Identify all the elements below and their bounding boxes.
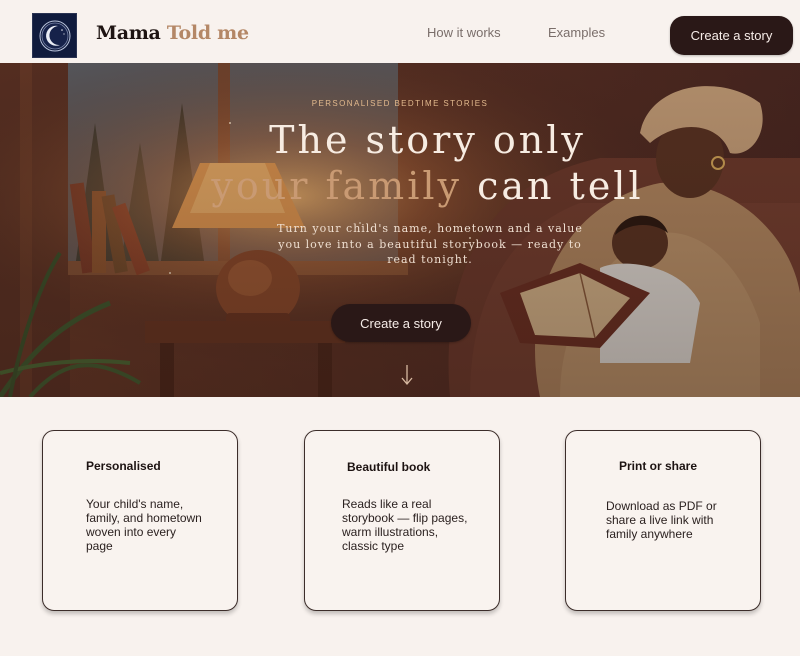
feature-card-beautiful-book: Beautiful book Reads like a real storybo… [304, 430, 500, 611]
arrow-down-icon[interactable] [400, 363, 414, 393]
brand-name[interactable]: Mama Told me [96, 22, 249, 44]
headline-rest: can tell [477, 164, 644, 208]
hero-headline: The story only your family can tell [0, 117, 800, 209]
brand-name-part2: Told me [166, 22, 249, 44]
hero-section: PERSONALISED BEDTIME STORIES The story o… [0, 63, 800, 397]
headline-accent: your family [211, 164, 462, 208]
feature-title: Personalised [86, 459, 161, 473]
brand-name-part1: Mama [96, 22, 161, 44]
feature-text: Download as PDF or share a live link wit… [606, 499, 717, 541]
headline-line2: your family can tell [0, 163, 800, 209]
hero-eyebrow: PERSONALISED BEDTIME STORIES [311, 99, 489, 108]
headline-line1: The story only [269, 118, 586, 162]
feature-text: Your child's name, family, and hometown … [86, 497, 202, 553]
header-create-story-button[interactable]: Create a story [670, 16, 793, 55]
logo[interactable] [32, 13, 77, 58]
feature-text: Reads like a real storybook — flip pages… [342, 497, 468, 553]
hero-create-story-button[interactable]: Create a story [331, 304, 471, 342]
site-header: Mama Told me How it works Examples Creat… [0, 0, 800, 63]
feature-title: Print or share [619, 459, 698, 473]
nav-how-it-works[interactable]: How it works [427, 25, 501, 40]
nav-examples[interactable]: Examples [548, 25, 605, 40]
feature-card-print-or-share: Print or share Download as PDF or share … [565, 430, 761, 611]
crescent-moon-icon [39, 20, 70, 51]
hero-subtitle: Turn your child's name, hometown and a v… [277, 222, 583, 266]
feature-card-personalised: Personalised Your child's name, family, … [42, 430, 238, 611]
feature-title: Beautiful book [347, 460, 431, 474]
